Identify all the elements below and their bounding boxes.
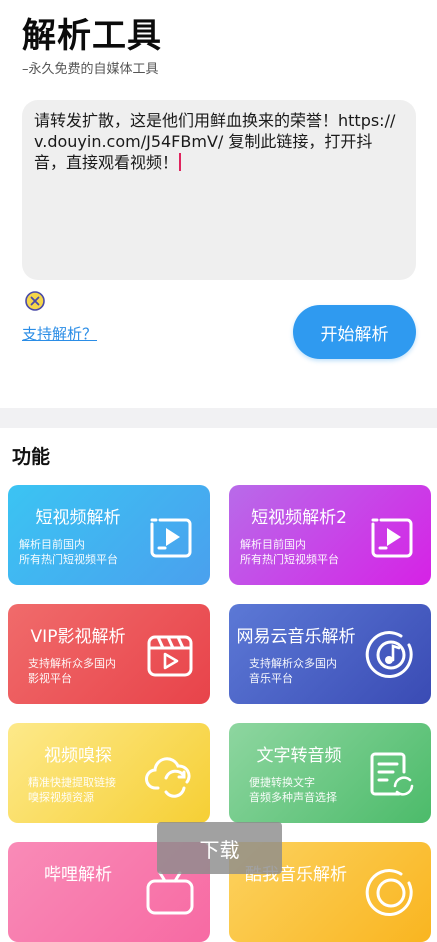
help-link[interactable]: 支持解析？ <box>22 323 97 344</box>
features-title: 功能 <box>12 446 51 468</box>
card-desc: 支持解析众多国内 影视平台 <box>28 657 116 685</box>
cloud-sync-icon <box>145 757 191 798</box>
card-short-video-2[interactable]: 短视频解析2 解析目前国内 所有热门短视频平台 <box>229 485 431 585</box>
section-divider <box>0 408 437 428</box>
card-short-video[interactable]: 短视频解析 解析目前国内 所有热门短视频平台 <box>8 485 210 585</box>
card-desc: 便捷转换文字 音频多种声音选择 <box>249 776 337 804</box>
card-video-sniff[interactable]: 视频嗅探 精准快捷提取链接 嗅探视频资源 <box>8 723 210 823</box>
card-desc: 精准快捷提取链接 嗅探视频资源 <box>28 776 116 804</box>
clapperboard-icon <box>147 635 193 677</box>
card-netease-music[interactable]: 网易云音乐解析 支持解析众多国内 音乐平台 <box>229 604 431 704</box>
card-desc: 解析目前国内 所有热门短视频平台 <box>19 538 118 566</box>
card-title: 哔哩解析 <box>44 865 112 885</box>
music-disc-icon <box>365 869 413 917</box>
music-disc-icon <box>365 631 413 679</box>
link-input[interactable]: 请转发扩散，这是他们用鲜血换来的荣誉！https://v.douyin.com/… <box>22 100 416 280</box>
card-title: 短视频解析 <box>35 508 121 528</box>
start-parse-button[interactable]: 开始解析 <box>293 305 416 359</box>
app-title: 解析工具 <box>22 16 162 56</box>
card-desc: 解析目前国内 所有热门短视频平台 <box>240 538 339 566</box>
card-desc: 支持解析众多国内 音乐平台 <box>249 657 337 685</box>
link-input-text: 请转发扩散，这是他们用鲜血换来的荣誉！https://v.douyin.com/… <box>34 111 396 172</box>
download-button[interactable]: 下载 <box>157 822 282 874</box>
video-play-icon <box>371 518 413 558</box>
text-audio-icon <box>370 752 414 796</box>
video-play-icon <box>150 518 192 558</box>
card-vip-video[interactable]: VIP影视解析 支持解析众多国内 影视平台 <box>8 604 210 704</box>
text-caret <box>179 153 182 171</box>
card-title: 视频嗅探 <box>44 746 112 766</box>
card-title: 网易云音乐解析 <box>236 627 356 647</box>
clear-icon[interactable] <box>24 290 46 312</box>
bilibili-icon <box>146 871 194 915</box>
app-subtitle: –永久免费的自媒体工具 <box>22 62 159 77</box>
card-title: 短视频解析2 <box>251 508 347 528</box>
card-title: VIP影视解析 <box>30 627 126 647</box>
card-title: 文字转音频 <box>256 746 342 766</box>
card-text-to-audio[interactable]: 文字转音频 便捷转换文字 音频多种声音选择 <box>229 723 431 823</box>
